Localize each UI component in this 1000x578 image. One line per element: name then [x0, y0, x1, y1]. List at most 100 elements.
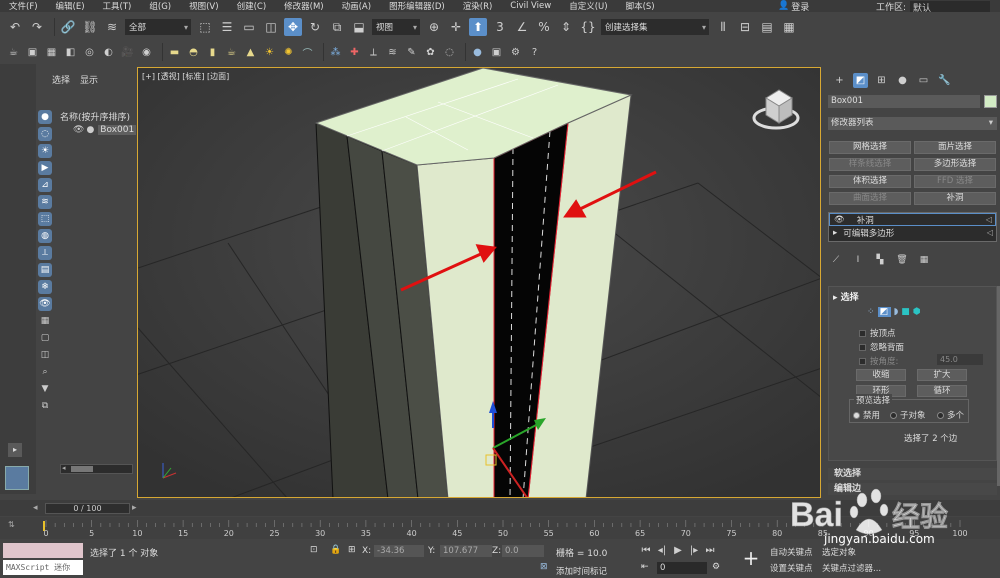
filter-icon[interactable]: ▼	[38, 382, 52, 396]
next-frame-icon[interactable]: |▸	[688, 544, 700, 556]
stack-item-cap-holes[interactable]: 👁 补洞 ◁	[829, 213, 996, 226]
layer-icon[interactable]: ⧉	[38, 399, 52, 413]
select-scale-icon[interactable]: ⧉	[328, 18, 346, 36]
angle-spinner[interactable]: 45.0	[937, 354, 983, 365]
menu-animation[interactable]: 动画(A)	[333, 0, 380, 12]
snaps-toggle-icon[interactable]: 3	[491, 18, 509, 36]
viewport-layout-thumbnail[interactable]	[5, 466, 29, 490]
menu-customize[interactable]: 自定义(U)	[560, 0, 616, 12]
scroll-thumb[interactable]	[71, 466, 93, 472]
help-icon[interactable]: ?	[527, 45, 542, 60]
modify-tab-icon[interactable]: ◩	[853, 73, 868, 88]
hidden-filter-icon[interactable]: 👁	[38, 297, 52, 311]
cylinder-icon[interactable]: ▮	[205, 45, 220, 60]
make-unique-icon[interactable]: ▚	[874, 254, 886, 266]
invert-icon[interactable]: ◫	[38, 348, 52, 362]
pivot-center-icon[interactable]: ⊕	[425, 18, 443, 36]
helper-filter-icon[interactable]: ⊿	[38, 178, 52, 192]
menu-file[interactable]: 文件(F)	[0, 0, 47, 12]
rollout-title[interactable]: ▸ 选择	[833, 290, 859, 303]
remove-modifier-icon[interactable]: 🗑	[896, 254, 908, 266]
explorer-tab-display[interactable]: 显示	[80, 73, 98, 86]
slider-left-icon[interactable]: ◂	[33, 503, 38, 513]
unlink-icon[interactable]: ⛓	[81, 18, 99, 36]
render-setup-icon[interactable]: ▣	[25, 45, 40, 60]
cone-icon[interactable]: ▲	[243, 45, 258, 60]
polygon-icon[interactable]: ■	[901, 307, 910, 317]
menu-civil-view[interactable]: Civil View	[501, 1, 560, 11]
menu-modifiers[interactable]: 修改器(M)	[275, 0, 332, 12]
slider-right-icon[interactable]: ▸	[132, 503, 137, 513]
bind-spacewarp-icon[interactable]: ≋	[103, 18, 121, 36]
hemisphere-icon[interactable]: ◓	[186, 45, 201, 60]
display-tab-icon[interactable]: ▭	[916, 73, 931, 88]
motion-tab-icon[interactable]: ●	[895, 73, 910, 88]
soft-selection-rollout[interactable]: 软选择	[828, 468, 997, 480]
xref-filter-icon[interactable]: ◍	[38, 229, 52, 243]
menu-tools[interactable]: 工具(T)	[94, 0, 141, 12]
expand-arrow-icon[interactable]: ▸	[8, 443, 22, 457]
select-rotate-icon[interactable]: ↻	[306, 18, 324, 36]
set-key-button[interactable]: 设置关键点	[770, 562, 813, 574]
goto-start-icon[interactable]: ⏮	[640, 544, 652, 556]
volume-select-button[interactable]: 体积选择	[829, 175, 911, 188]
poly-select-button[interactable]: 多边形选择	[914, 158, 996, 171]
scroll-left-icon[interactable]: ◂	[62, 464, 66, 472]
configure-sets-icon[interactable]: ▦	[918, 254, 930, 266]
menu-group[interactable]: 组(G)	[140, 0, 180, 12]
spacewarp-filter-icon[interactable]: ≋	[38, 195, 52, 209]
display-none-icon[interactable]: ▢	[38, 331, 52, 345]
goto-end-icon[interactable]: ⏭	[704, 544, 716, 556]
settings-icon[interactable]: ⚙	[508, 45, 523, 60]
mesh-select-button[interactable]: 网格选择	[829, 141, 911, 154]
camera-filter-icon[interactable]: ▶	[38, 161, 52, 175]
preview-subobject-radio[interactable]: 子对象	[890, 409, 926, 421]
ffd-select-button[interactable]: FFD 选择	[914, 175, 996, 188]
box-object[interactable]	[314, 68, 633, 498]
material-editor-icon[interactable]: ▣	[489, 45, 504, 60]
grow-button[interactable]: 扩大	[917, 369, 967, 381]
vertex-icon[interactable]: ⁘	[867, 307, 875, 317]
geometry-filter-icon[interactable]: ●	[38, 110, 52, 124]
viewport-label[interactable]: [+] [透视] [标准] [边面]	[142, 71, 229, 82]
group-filter-icon[interactable]: ⬚	[38, 212, 52, 226]
render-iterative-icon[interactable]: ◎	[82, 45, 97, 60]
current-frame-field[interactable]: 0	[657, 562, 707, 574]
modifier-list-dropdown[interactable]: 修改器列表	[828, 117, 997, 130]
add-time-tag[interactable]: 添加时间标记	[556, 565, 607, 577]
render-icon[interactable]: ◉	[139, 45, 154, 60]
hair-icon[interactable]: ✎	[404, 45, 419, 60]
menu-rendering[interactable]: 渲染(R)	[454, 0, 502, 12]
create-tab-icon[interactable]: +	[832, 73, 847, 88]
show-end-result-icon[interactable]: I	[852, 254, 864, 266]
teapot-prim-icon[interactable]: ☕	[224, 45, 239, 60]
time-config-icon[interactable]: ⚙	[712, 562, 720, 572]
link-icon[interactable]: 🔗	[59, 18, 77, 36]
redo-icon[interactable]: ↷	[28, 18, 46, 36]
explorer-hscrollbar[interactable]: ◂	[60, 464, 133, 474]
rendered-frame-icon[interactable]: ▦	[44, 45, 59, 60]
key-filters-button[interactable]: 关键点过滤器...	[822, 562, 881, 574]
menu-create[interactable]: 创建(C)	[228, 0, 276, 12]
workspace-selector[interactable]: 工作区: 默认	[876, 0, 991, 14]
z-coordinate-field[interactable]: 0.0	[502, 545, 544, 557]
light-icon[interactable]: ✺	[281, 45, 296, 60]
track-bar-toggle-icon[interactable]: ⇅	[8, 520, 15, 529]
undo-icon[interactable]: ↶	[6, 18, 24, 36]
ignore-backface-checkbox[interactable]: 忽略背面	[859, 341, 904, 353]
perspective-viewport[interactable]: [+] [透视] [标准] [边面]	[137, 67, 821, 498]
sun-icon[interactable]: ☀	[262, 45, 277, 60]
time-slider[interactable]: 0 / 100	[45, 503, 130, 514]
isolate-icon[interactable]: ⊡	[310, 545, 318, 555]
teapot-icon[interactable]: ☕	[6, 45, 21, 60]
pin-stack-icon[interactable]: ⟋	[830, 254, 842, 266]
patch-select-button[interactable]: 面片选择	[914, 141, 996, 154]
environment-icon[interactable]: ◐	[101, 45, 116, 60]
sphere-icon[interactable]: ●	[470, 45, 485, 60]
scene-explorer-icon[interactable]: ▦	[780, 18, 798, 36]
named-selection-edit-icon[interactable]: {}	[579, 18, 597, 36]
edit-edges-rollout[interactable]: 编辑边	[828, 483, 997, 495]
workspace-value[interactable]: 默认	[910, 0, 991, 14]
select-manipulate-icon[interactable]: ✛	[447, 18, 465, 36]
track-bar[interactable]: 0 5 10 15 20 25 30 35 40 45 50 55 60 65 70 75 80 85 90 95 10…	[0, 517, 1000, 539]
